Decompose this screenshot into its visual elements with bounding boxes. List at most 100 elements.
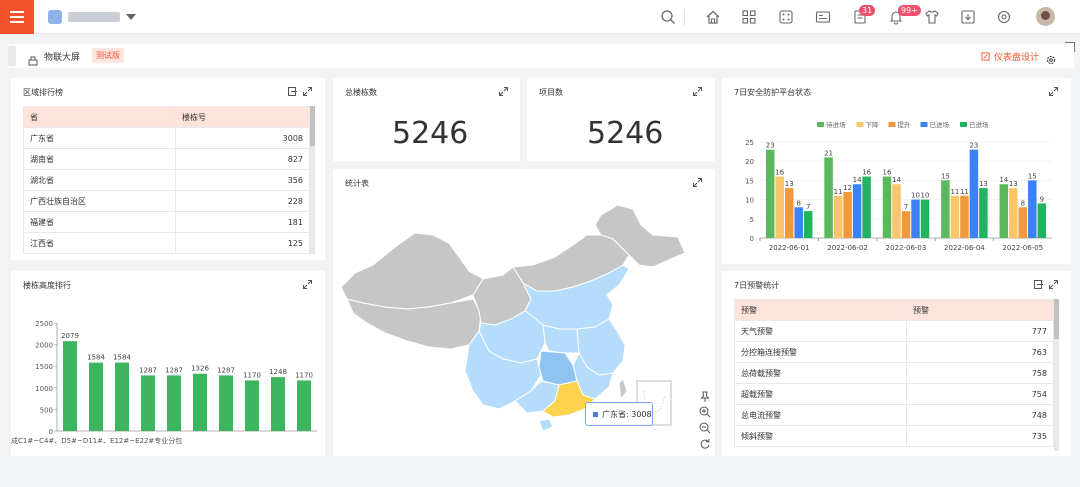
- table-row[interactable]: 总电流预警 748: [734, 404, 1054, 426]
- legend-label[interactable]: 已进场: [930, 120, 950, 129]
- table-row[interactable]: 湖北省 356: [23, 169, 310, 191]
- legend-swatch[interactable]: [817, 122, 824, 127]
- download-icon[interactable]: [960, 9, 976, 25]
- legend-swatch[interactable]: [888, 122, 896, 127]
- expand-icon[interactable]: [303, 280, 312, 289]
- expand-icon[interactable]: [499, 87, 508, 96]
- home-icon[interactable]: [705, 9, 721, 25]
- expand-icon[interactable]: [1049, 280, 1058, 289]
- dashboard-design-label: 仪表盘设计: [994, 53, 1040, 63]
- export-icon[interactable]: [1034, 280, 1043, 289]
- bar[interactable]: [1018, 207, 1028, 238]
- y-tick-label: 15: [745, 177, 754, 185]
- bar[interactable]: [901, 211, 911, 238]
- pin-icon[interactable]: [699, 391, 711, 403]
- bar[interactable]: [297, 380, 311, 431]
- zoom-in-icon[interactable]: [699, 406, 711, 418]
- bar[interactable]: [1037, 203, 1047, 238]
- column-header[interactable]: 省: [23, 106, 176, 128]
- bar[interactable]: [843, 191, 852, 238]
- bar[interactable]: [950, 195, 960, 238]
- bar[interactable]: [765, 149, 775, 238]
- table-row[interactable]: 天气预警 777: [734, 320, 1054, 342]
- export-icon[interactable]: [288, 87, 297, 96]
- bar[interactable]: [193, 373, 207, 431]
- bar[interactable]: [911, 199, 920, 238]
- bar[interactable]: [941, 180, 950, 238]
- bar[interactable]: [141, 375, 155, 431]
- expand-icon[interactable]: [1049, 87, 1058, 96]
- safety-bar-chart: 0510152025待进场 下降 提升 已进场 已进场2316138 72022-06-0…: [745, 120, 1052, 252]
- bar[interactable]: [115, 362, 129, 431]
- dice-icon[interactable]: [778, 9, 794, 25]
- china-map[interactable]: [333, 195, 715, 456]
- bar[interactable]: [892, 184, 901, 238]
- bar[interactable]: [803, 211, 813, 238]
- bar[interactable]: [824, 157, 833, 238]
- table-row[interactable]: 福建省 181: [23, 211, 310, 233]
- legend-label[interactable]: 已进场: [969, 120, 989, 129]
- legend-swatch[interactable]: [920, 122, 928, 127]
- legend-label[interactable]: 待进场: [826, 120, 846, 129]
- menu-button[interactable]: [0, 0, 34, 34]
- column-header[interactable]: 预警: [734, 299, 907, 321]
- bar[interactable]: [784, 188, 794, 238]
- table-row[interactable]: 分控箱连接预警 763: [734, 341, 1054, 363]
- table-row[interactable]: 倾斜预警 735: [734, 425, 1054, 447]
- table-row[interactable]: 广东省 3008: [23, 127, 310, 149]
- legend-label[interactable]: 下降: [866, 120, 880, 129]
- column-header[interactable]: 预警: [906, 299, 1054, 321]
- bar[interactable]: [969, 149, 979, 238]
- warning-type-cell: 超载预警: [734, 383, 907, 405]
- bar[interactable]: [960, 195, 969, 238]
- bar[interactable]: [999, 184, 1009, 238]
- zoom-out-icon[interactable]: [699, 422, 711, 434]
- legend-swatch[interactable]: [856, 122, 864, 127]
- settings-icon[interactable]: [996, 9, 1012, 25]
- table-scrollbar[interactable]: [310, 106, 315, 254]
- sidebar-collapse-handle[interactable]: [8, 46, 16, 66]
- y-tick-label: 2500: [35, 320, 53, 328]
- bar[interactable]: [920, 199, 930, 238]
- chevron-down-icon: [126, 14, 136, 20]
- bar[interactable]: [89, 362, 103, 431]
- shirt-icon[interactable]: [924, 9, 940, 25]
- bar[interactable]: [63, 341, 77, 431]
- bar[interactable]: [862, 176, 871, 238]
- bar[interactable]: [167, 375, 181, 431]
- table-scrollbar[interactable]: [1054, 299, 1059, 451]
- table-row[interactable]: 超载预警 754: [734, 383, 1054, 405]
- bar[interactable]: [1028, 180, 1037, 238]
- app-selector[interactable]: [48, 9, 136, 25]
- gear-icon[interactable]: [1046, 50, 1056, 65]
- bar[interactable]: [833, 195, 843, 238]
- fullscreen-corner-icon[interactable]: [1065, 42, 1075, 52]
- x-tick-label: 2022-06-04: [944, 244, 985, 252]
- table-row[interactable]: 湖南省 827: [23, 148, 310, 170]
- expand-icon[interactable]: [693, 87, 702, 96]
- bar[interactable]: [882, 176, 892, 238]
- bar[interactable]: [852, 184, 862, 238]
- expand-icon[interactable]: [303, 87, 312, 96]
- dashboard-design-button[interactable]: 仪表盘设计: [981, 50, 1039, 63]
- table-row[interactable]: 总荷载预警 758: [734, 362, 1054, 384]
- table-row[interactable]: 广西壮族自治区 228: [23, 190, 310, 212]
- bar[interactable]: [271, 377, 285, 431]
- bar[interactable]: [794, 207, 803, 238]
- legend-label[interactable]: 提升: [898, 120, 912, 129]
- bar[interactable]: [775, 176, 784, 238]
- warning-type-cell: 总电流预警: [734, 404, 907, 426]
- grid-apps-icon[interactable]: [741, 9, 757, 25]
- user-avatar[interactable]: [1036, 7, 1055, 26]
- reset-view-icon[interactable]: [699, 438, 711, 450]
- column-header[interactable]: 楼栋号: [175, 106, 310, 128]
- search-icon[interactable]: [660, 9, 676, 25]
- id-card-icon[interactable]: [815, 9, 831, 25]
- bar[interactable]: [245, 380, 259, 431]
- table-row[interactable]: 江西省 125: [23, 232, 310, 254]
- bar[interactable]: [979, 188, 988, 238]
- bar[interactable]: [1009, 188, 1018, 238]
- legend-swatch[interactable]: [960, 122, 967, 127]
- expand-icon[interactable]: [693, 178, 702, 187]
- bar[interactable]: [219, 375, 233, 431]
